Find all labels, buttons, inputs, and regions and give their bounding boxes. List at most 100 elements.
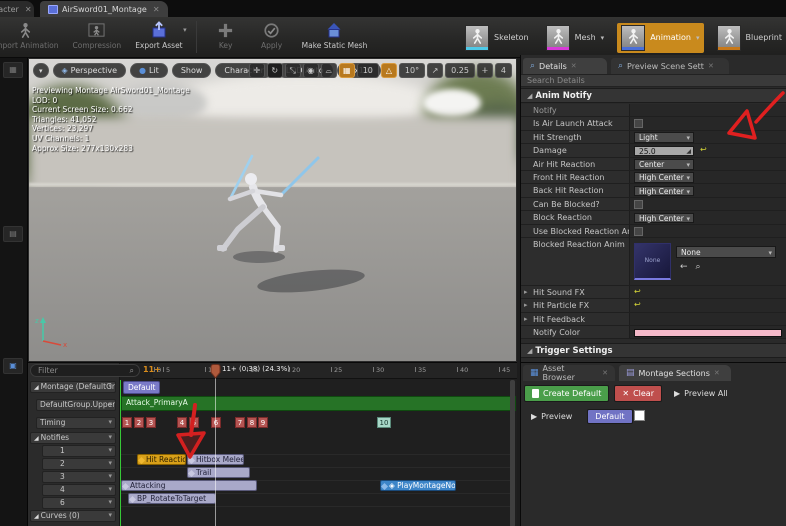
compression-button[interactable]: Compression [66, 17, 129, 58]
notify-handle-icon[interactable] [129, 496, 136, 503]
asset-thumbnail[interactable]: None [634, 243, 671, 280]
make-static-mesh-button[interactable]: Make Static Mesh [295, 17, 375, 58]
expander-icon[interactable]: ▸ [524, 288, 528, 296]
tab-montage-sections[interactable]: ▤ Montage Sections ✕ [619, 365, 731, 381]
timeline-filter-input[interactable]: Filter ⌕ [30, 364, 140, 377]
timing-marker-6[interactable]: 6 [211, 417, 221, 428]
tab-asset-browser[interactable]: ▦ Asset Browser ✕ [523, 365, 615, 381]
expander-icon[interactable]: ◢ [34, 513, 39, 520]
expander-icon[interactable]: ◢ [34, 435, 39, 442]
close-icon[interactable]: ✕ [153, 5, 160, 14]
track-menu-icon[interactable]: ▾ [108, 485, 112, 493]
notify-hit-reaction[interactable]: Hit Reaction [137, 454, 186, 465]
viewport-options-dropdown[interactable]: ▾ [33, 63, 49, 78]
chevron-down-icon[interactable]: ▾ [696, 34, 700, 42]
notify-handle-icon[interactable] [122, 483, 129, 490]
front-hit-reaction-dropdown[interactable]: High Center▾ [634, 172, 694, 183]
timing-marker-3[interactable]: 3 [146, 417, 156, 428]
collapsed-tab-icon[interactable]: ▦ [3, 62, 23, 78]
timing-marker-5[interactable]: 5 [189, 417, 199, 428]
preview-all-button[interactable]: ▶ Preview All [667, 385, 735, 402]
chevron-down-icon[interactable]: ▾ [686, 214, 690, 224]
chevron-down-icon[interactable]: ▾ [686, 187, 690, 197]
section-color-swatch[interactable] [634, 410, 645, 421]
back-hit-reaction-dropdown[interactable]: High Center▾ [634, 186, 694, 197]
tab-character[interactable]: aracter ✕ [0, 1, 34, 17]
slot-animation-bar[interactable]: Attack_PrimaryA [121, 396, 516, 411]
timing-marker-9[interactable]: 9 [258, 417, 268, 428]
notify-attacking[interactable]: Attacking [121, 480, 257, 491]
timeline-scrollbar[interactable] [510, 380, 515, 526]
notify-bp-rotatetotarget[interactable]: BP_RotateToTarget [128, 493, 216, 504]
playhead-line[interactable] [215, 377, 216, 526]
use-blocked-reaction-anim-checkbox[interactable] [634, 227, 643, 236]
notify-handle-icon[interactable] [188, 470, 195, 477]
track-menu-icon[interactable]: ▾ [108, 459, 112, 467]
collapsed-tab-icon[interactable]: ▤ [3, 226, 23, 242]
mode-blueprint-button[interactable]: Blueprint [713, 23, 786, 53]
close-icon[interactable]: ✕ [25, 5, 32, 14]
collapsed-tab-icon[interactable]: ▣ [3, 358, 23, 374]
notify-handle-icon[interactable] [381, 483, 388, 490]
track-2[interactable]: 2▾ [42, 458, 116, 470]
angle-snap-value[interactable]: 10° [399, 63, 425, 78]
chevron-down-icon[interactable]: ▾ [601, 34, 605, 42]
track-menu-icon[interactable]: ▾ [108, 433, 112, 441]
world-space-icon[interactable]: ◉ [303, 63, 319, 78]
apply-button[interactable]: Apply [249, 17, 295, 58]
mode-animation-button[interactable]: Animation▾ [617, 23, 703, 53]
timing-marker-4[interactable]: 4 [177, 417, 187, 428]
timing-marker-10[interactable]: 10 [377, 417, 391, 428]
track-menu-icon[interactable]: ▾ [108, 382, 112, 390]
is-air-launch-attack-checkbox[interactable] [634, 119, 643, 128]
blocked-reaction-anim-dropdown[interactable]: None▾ [676, 246, 776, 258]
revert-to-default-icon[interactable]: ↩ [634, 300, 641, 309]
preview-button[interactable]: ▶ Preview [524, 408, 579, 425]
chevron-down-icon[interactable]: ▾ [686, 133, 690, 143]
grid-snap-icon[interactable]: ▦ [339, 63, 355, 78]
close-icon[interactable]: ✕ [602, 369, 608, 377]
scale-tool-icon[interactable]: ⤡ [285, 63, 301, 78]
mode-mesh-button[interactable]: Mesh▾ [542, 23, 609, 53]
camera-speed-value[interactable]: 4 [495, 63, 512, 78]
playhead-marker[interactable] [210, 364, 221, 379]
close-icon[interactable]: ✕ [714, 369, 720, 377]
camera-speed-icon[interactable]: 🞤 [477, 63, 493, 78]
timing-marker-1[interactable]: 1 [122, 417, 132, 428]
viewport-lit-button[interactable]: ●Lit [130, 63, 168, 78]
track-notifies[interactable]: ◢Notifies▾ [30, 432, 116, 444]
import-animation-button[interactable]: Import Animation [0, 17, 66, 58]
notify-handle-icon[interactable] [138, 457, 145, 464]
rotate-tool-icon[interactable]: ↻ [267, 63, 283, 78]
tab-preview-scene-settings[interactable]: ⌕ Preview Scene Sett ✕ [611, 58, 729, 74]
timeline-ruler[interactable]: 051015202530354045 [153, 363, 517, 379]
revert-to-default-icon[interactable]: ↩ [700, 145, 707, 154]
track-menu-icon[interactable]: ▾ [108, 400, 112, 408]
export-asset-button[interactable]: ▾Export Asset [128, 17, 189, 58]
track-montage-defaultgrou[interactable]: ◢Montage (DefaultGrou▾ [30, 381, 116, 393]
revert-to-default-icon[interactable]: ↩ [634, 287, 641, 296]
default-section-button[interactable]: Default [587, 409, 632, 424]
viewport-show-button[interactable]: Show [172, 63, 212, 78]
clear-button[interactable]: ✕ Clear [614, 385, 662, 402]
block-reaction-dropdown[interactable]: High Center▾ [634, 213, 694, 224]
scale-snap-value[interactable]: 0.25 [445, 63, 475, 78]
timing-marker-2[interactable]: 2 [134, 417, 144, 428]
timing-marker-7[interactable]: 7 [235, 417, 245, 428]
key-button[interactable]: Key [203, 17, 249, 58]
chevron-down-icon[interactable]: ▾ [686, 160, 690, 170]
move-tool-icon[interactable]: ✛ [249, 63, 265, 78]
timing-marker-8[interactable]: 8 [247, 417, 257, 428]
mode-skeleton-button[interactable]: Skeleton [461, 23, 533, 53]
track-defaultgroup-upper[interactable]: DefaultGroup.Upper▾ [36, 399, 116, 411]
expander-icon[interactable]: ▸ [524, 301, 528, 309]
damage-field[interactable]: 25.0◢ [634, 146, 694, 157]
track-menu-icon[interactable]: ▾ [108, 511, 112, 519]
expander-icon[interactable]: ◢ [34, 384, 39, 391]
scale-snap-icon[interactable]: ↗ [427, 63, 443, 78]
notify-trail[interactable]: Trail [187, 467, 250, 478]
track-4[interactable]: 4▾ [42, 484, 116, 496]
track-1[interactable]: 1▾ [42, 445, 116, 457]
grid-snap-value[interactable]: 10 [357, 63, 379, 78]
can-be-blocked-checkbox[interactable] [634, 200, 643, 209]
